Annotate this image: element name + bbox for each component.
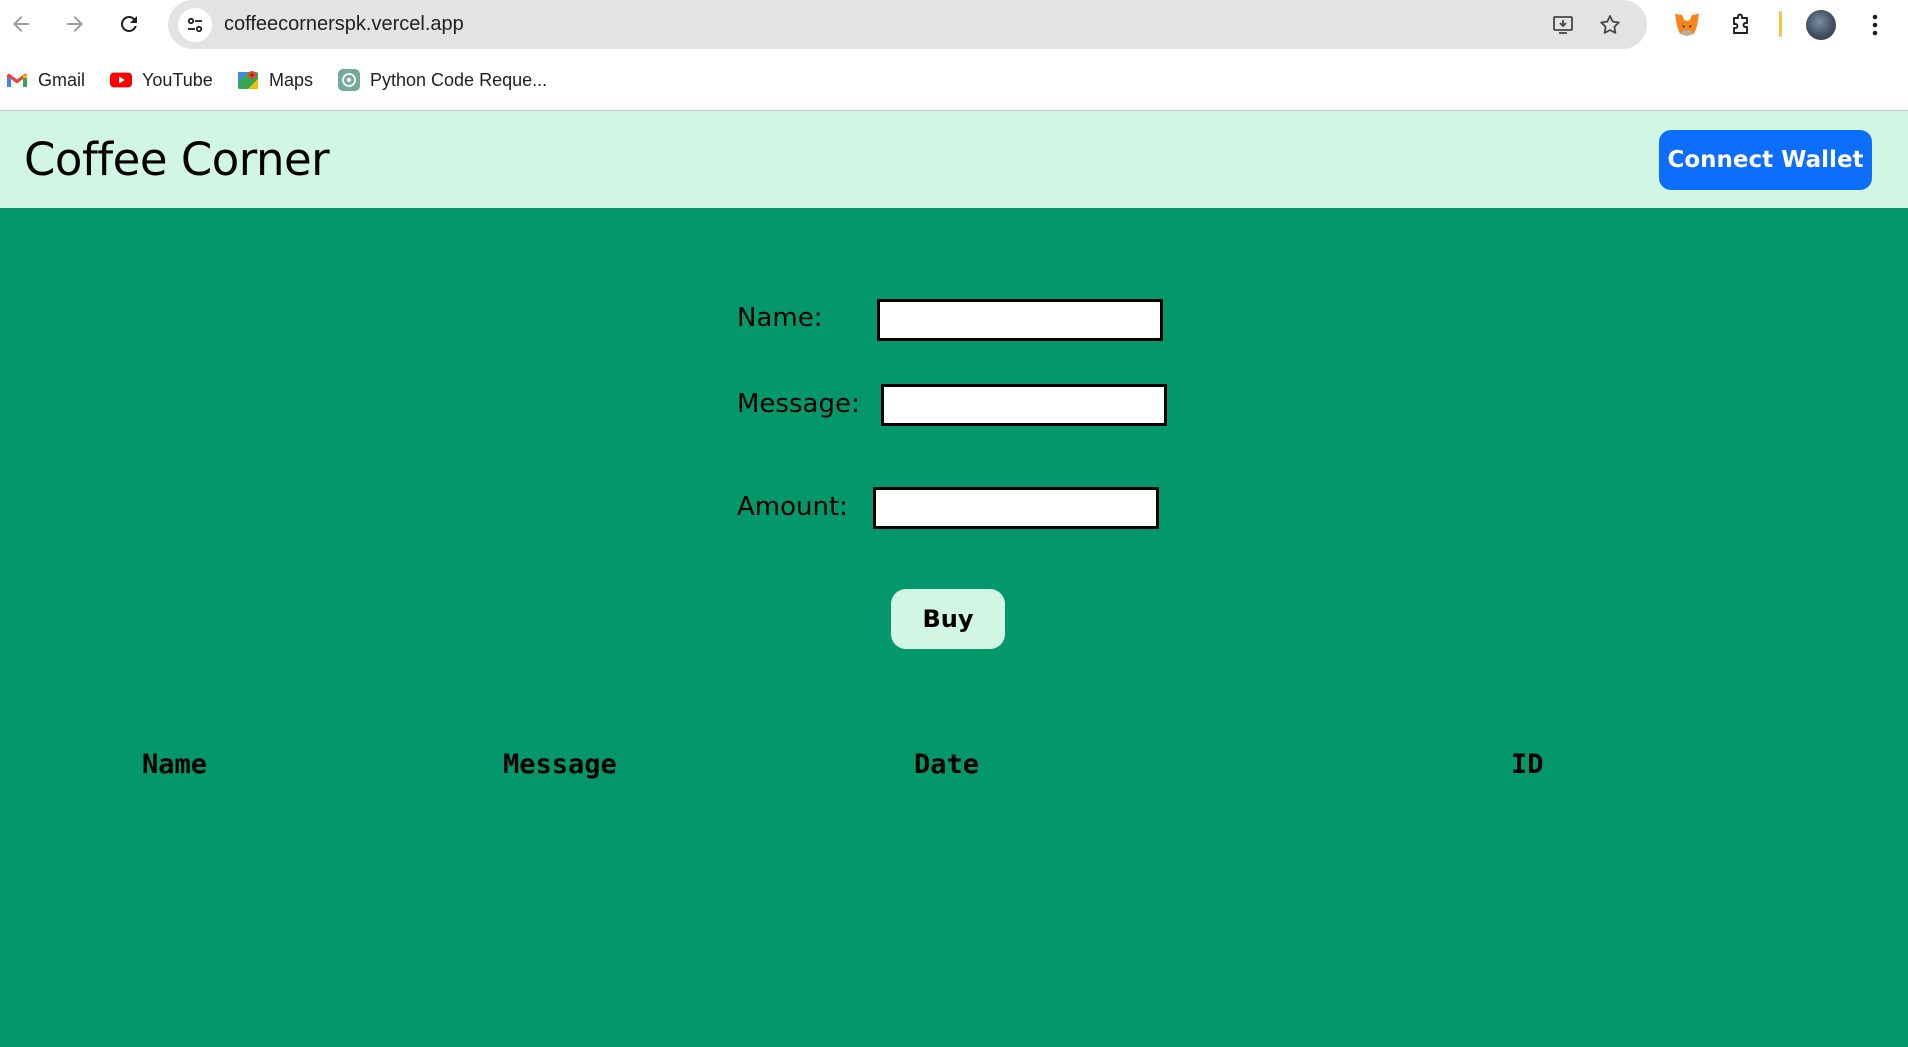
youtube-icon [110, 69, 132, 91]
main-content: Name: Message: Amount: Buy Name Message … [0, 208, 1908, 1047]
browser-toolbar: coffeecornerspk.vercel.app [0, 0, 1908, 49]
bookmark-star-icon[interactable] [1595, 10, 1625, 40]
gmail-icon [6, 69, 28, 91]
back-icon[interactable] [5, 8, 37, 40]
table-header-date: Date [914, 749, 980, 780]
name-label: Name: [737, 303, 823, 333]
toolbar-divider [1779, 11, 1782, 37]
bookmark-python-code[interactable]: Python Code Reque... [338, 67, 547, 93]
address-bar[interactable]: coffeecornerspk.vercel.app [168, 0, 1647, 49]
chatgpt-icon [338, 69, 360, 91]
table-header-name: Name [142, 749, 208, 780]
amount-input[interactable] [873, 487, 1159, 529]
table-header-id: ID [1511, 749, 1544, 780]
site-info-icon[interactable] [178, 8, 212, 42]
bookmark-gmail[interactable]: Gmail [6, 67, 85, 93]
table-header-message: Message [503, 749, 617, 780]
amount-label: Amount: [737, 492, 848, 522]
name-input[interactable] [877, 299, 1163, 341]
connect-wallet-button[interactable]: Connect Wallet [1659, 130, 1872, 190]
bookmark-label: YouTube [142, 69, 213, 90]
profile-avatar[interactable] [1806, 10, 1836, 40]
maps-icon [237, 69, 259, 91]
bookmark-maps[interactable]: Maps [237, 67, 313, 93]
site-title: Coffee Corner [24, 133, 330, 186]
bookmarks-bar: Gmail YouTube Maps Python Code Reque... [0, 49, 1908, 111]
reload-icon[interactable] [113, 8, 145, 40]
message-input[interactable] [881, 384, 1167, 426]
bookmark-label: Gmail [38, 69, 86, 90]
bookmark-label: Maps [269, 69, 314, 90]
install-app-icon[interactable] [1548, 10, 1578, 40]
forward-icon[interactable] [59, 8, 91, 40]
extensions-icon[interactable] [1724, 8, 1758, 42]
bookmark-youtube[interactable]: YouTube [110, 67, 213, 93]
message-label: Message: [737, 389, 860, 419]
bookmark-label: Python Code Reque... [370, 69, 548, 90]
buy-button[interactable]: Buy [891, 589, 1005, 649]
metamask-icon[interactable] [1670, 8, 1704, 42]
site-header: Coffee Corner Connect Wallet [0, 111, 1908, 208]
url-text[interactable]: coffeecornerspk.vercel.app [224, 13, 464, 36]
more-menu-icon[interactable] [1858, 8, 1892, 42]
